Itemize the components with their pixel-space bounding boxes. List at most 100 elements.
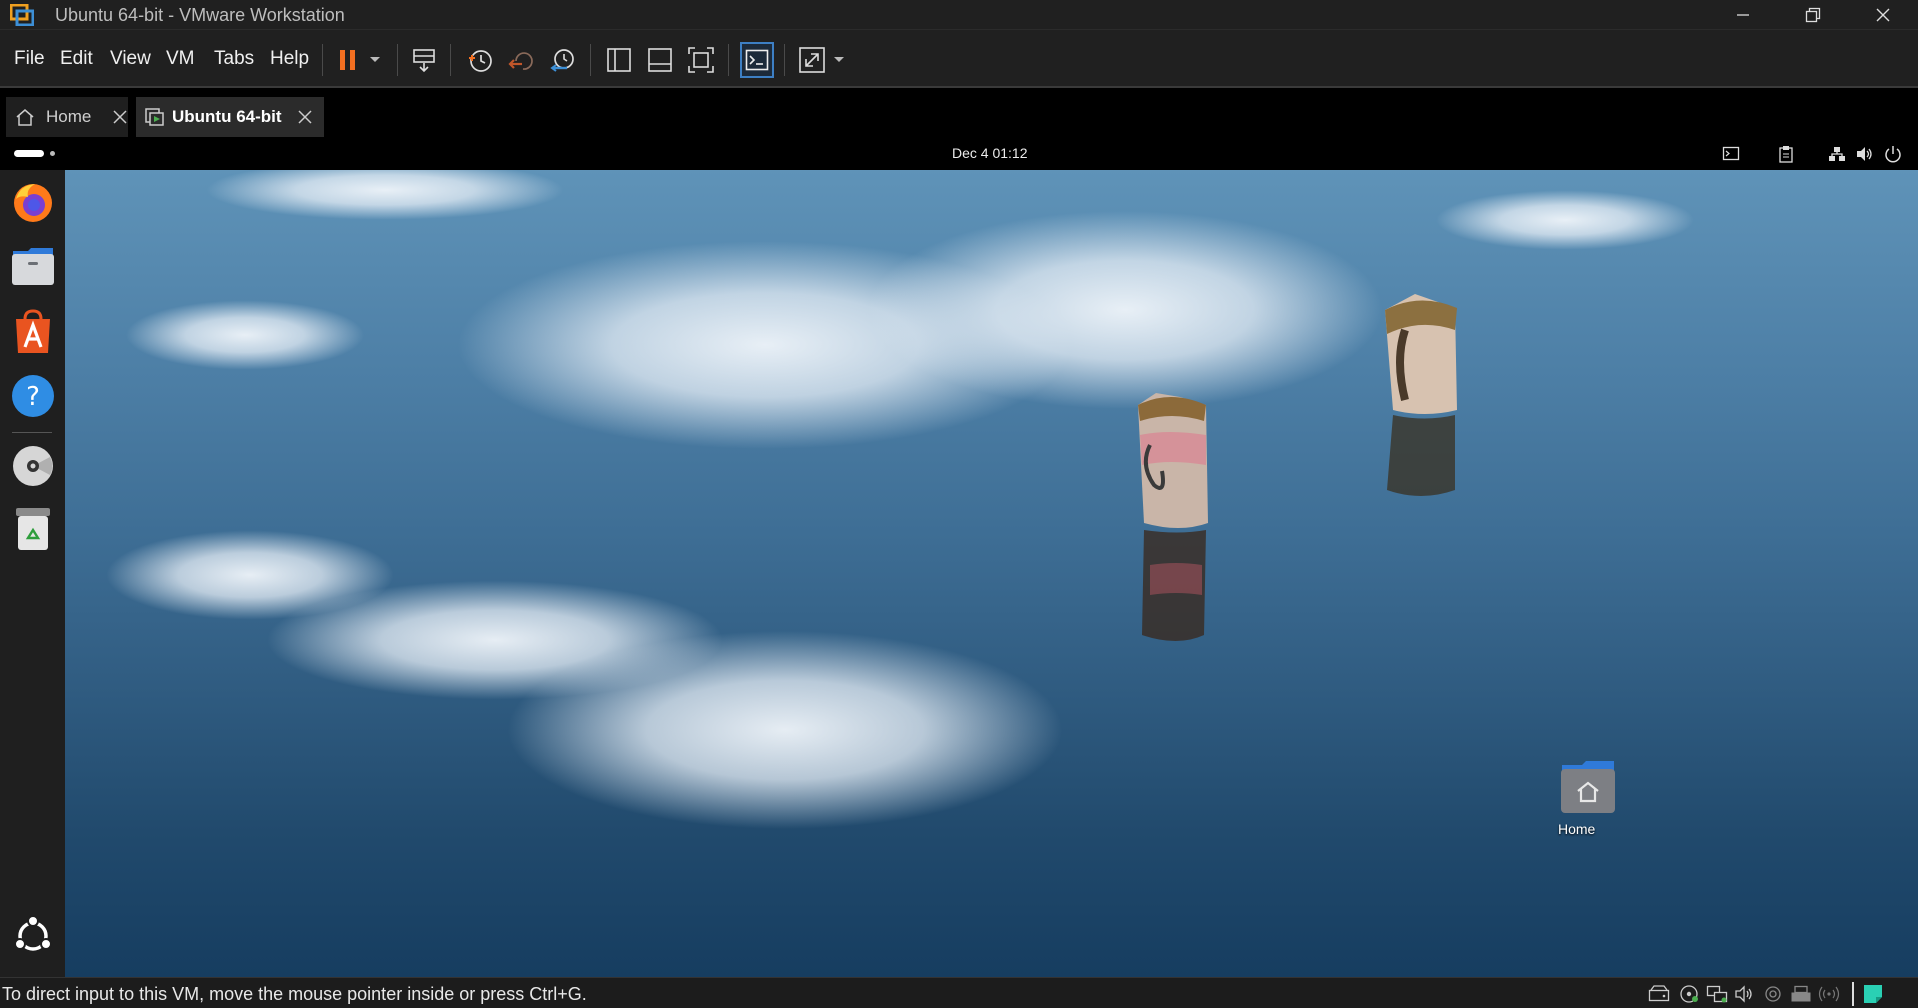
restore-button[interactable] — [1778, 0, 1848, 30]
snapshot-manager-icon — [550, 49, 574, 72]
guest-dock: ? — [0, 170, 65, 977]
status-bar: To direct input to this VM, move the mou… — [0, 977, 1918, 1008]
full-screen-icon — [688, 47, 714, 73]
desktop-home-label[interactable]: Home — [1558, 821, 1595, 837]
menu-view[interactable]: View — [110, 48, 151, 70]
pause-icon — [340, 50, 355, 70]
clock[interactable]: Dec 4 01:12 — [952, 145, 1028, 161]
dock-files[interactable] — [7, 240, 59, 292]
title-bar: Ubuntu 64-bit - VMware Workstation — [0, 0, 1918, 30]
chevron-down-icon — [370, 57, 380, 62]
trash-icon — [16, 508, 50, 550]
network-adapter-icon[interactable] — [1706, 985, 1728, 1003]
snapshot-take-icon — [469, 50, 492, 72]
printer-icon[interactable] — [1790, 985, 1812, 1003]
tab-label: Ubuntu 64-bit — [172, 107, 282, 126]
notes-icon[interactable] — [1862, 983, 1884, 1005]
snapshot-manager-button[interactable] — [547, 44, 579, 76]
network-icon[interactable] — [1828, 146, 1846, 162]
workspace-dot — [50, 151, 55, 156]
wallpaper-pillar — [1385, 294, 1457, 496]
send-ctrl-alt-del-button[interactable] — [408, 44, 440, 76]
desktop-home-icon[interactable] — [1558, 757, 1618, 817]
stretch-guest-icon — [799, 47, 825, 73]
sound-icon[interactable] — [1734, 985, 1756, 1003]
power-icon[interactable] — [1884, 145, 1902, 163]
home-folder-icon — [1561, 761, 1615, 813]
usb-icon[interactable] — [1762, 985, 1784, 1003]
vmware-logo-icon[interactable] — [9, 3, 35, 27]
wallpaper-cloud — [865, 210, 1385, 410]
pause-button[interactable] — [332, 44, 364, 76]
firefox-icon — [14, 184, 52, 222]
toolbar-separator — [728, 44, 729, 76]
dock-firefox[interactable] — [7, 176, 59, 228]
stretch-dropdown[interactable] — [828, 44, 850, 76]
guest-top-bar: Dec 4 01:12 — [0, 137, 1918, 170]
status-divider — [1852, 982, 1854, 1006]
close-icon — [1876, 8, 1890, 22]
status-message: To direct input to this VM, move the mou… — [2, 984, 587, 1004]
snapshot-revert-icon — [508, 52, 533, 70]
wallpaper-cloud — [125, 300, 365, 370]
dock-show-apps[interactable] — [7, 910, 59, 962]
revert-snapshot-button[interactable] — [506, 44, 538, 76]
wifi-icon[interactable] — [1818, 985, 1840, 1003]
console-view-icon — [745, 49, 769, 71]
menu-help[interactable]: Help — [270, 48, 309, 70]
volume-icon[interactable] — [1856, 146, 1874, 162]
menu-vm[interactable]: VM — [166, 48, 195, 70]
send-keys-icon — [413, 49, 435, 73]
help-icon: ? — [12, 375, 54, 417]
menu-file[interactable]: File — [14, 48, 45, 70]
wallpaper-cloud — [205, 170, 565, 220]
home-icon — [16, 109, 34, 126]
show-library-button[interactable] — [603, 44, 635, 76]
files-icon — [12, 248, 54, 285]
dock-separator — [12, 432, 52, 433]
svg-text:?: ? — [26, 382, 40, 412]
power-dropdown[interactable] — [364, 44, 386, 76]
vm-running-icon — [145, 108, 164, 126]
restore-icon — [1805, 7, 1821, 23]
close-icon[interactable] — [113, 110, 127, 124]
thumbnail-bar-icon — [648, 48, 672, 72]
window-title: Ubuntu 64-bit - VMware Workstation — [55, 5, 345, 25]
full-screen-button[interactable] — [685, 44, 717, 76]
app-center-icon — [16, 309, 50, 353]
tab-label: Home — [46, 107, 92, 126]
show-apps-icon — [14, 915, 52, 951]
activities-indicator[interactable] — [14, 150, 44, 157]
wallpaper-pillar — [1138, 393, 1208, 641]
stretch-guest-button[interactable] — [796, 44, 828, 76]
cd-icon[interactable] — [1678, 985, 1700, 1003]
wallpaper-cloud — [1435, 190, 1695, 250]
screen-icon[interactable] — [1722, 146, 1740, 162]
toolbar-separator — [322, 44, 323, 76]
close-icon[interactable] — [298, 110, 312, 124]
menu-edit[interactable]: Edit — [60, 48, 93, 70]
chevron-down-icon — [834, 57, 844, 62]
dock-dvd[interactable] — [7, 440, 59, 492]
console-view-button[interactable] — [740, 42, 774, 78]
toolbar-separator — [397, 44, 398, 76]
take-snapshot-button[interactable] — [464, 44, 496, 76]
hdd-icon[interactable] — [1648, 985, 1670, 1003]
clipboard-icon[interactable] — [1778, 145, 1794, 163]
minimize-button[interactable] — [1708, 0, 1778, 30]
tab-ubuntu-64-bit[interactable]: Ubuntu 64-bit — [136, 97, 324, 137]
close-button[interactable] — [1848, 0, 1918, 30]
tab-home[interactable]: Home — [6, 97, 128, 137]
tab-bar: Home Ubuntu 64-bit — [0, 88, 1918, 137]
dock-app-center[interactable] — [7, 306, 59, 358]
wallpaper-cloud — [505, 630, 1065, 830]
menu-toolbar: File Edit View VM Tabs Help — [0, 30, 1918, 88]
menu-tabs[interactable]: Tabs — [214, 48, 254, 70]
guest-desktop[interactable]: Home — [65, 170, 1918, 977]
dvd-icon — [13, 446, 53, 486]
dock-trash[interactable] — [7, 504, 59, 556]
show-thumbnail-bar-button[interactable] — [644, 44, 676, 76]
library-icon — [607, 48, 631, 72]
dock-help[interactable]: ? — [7, 370, 59, 422]
toolbar-separator — [450, 44, 451, 76]
